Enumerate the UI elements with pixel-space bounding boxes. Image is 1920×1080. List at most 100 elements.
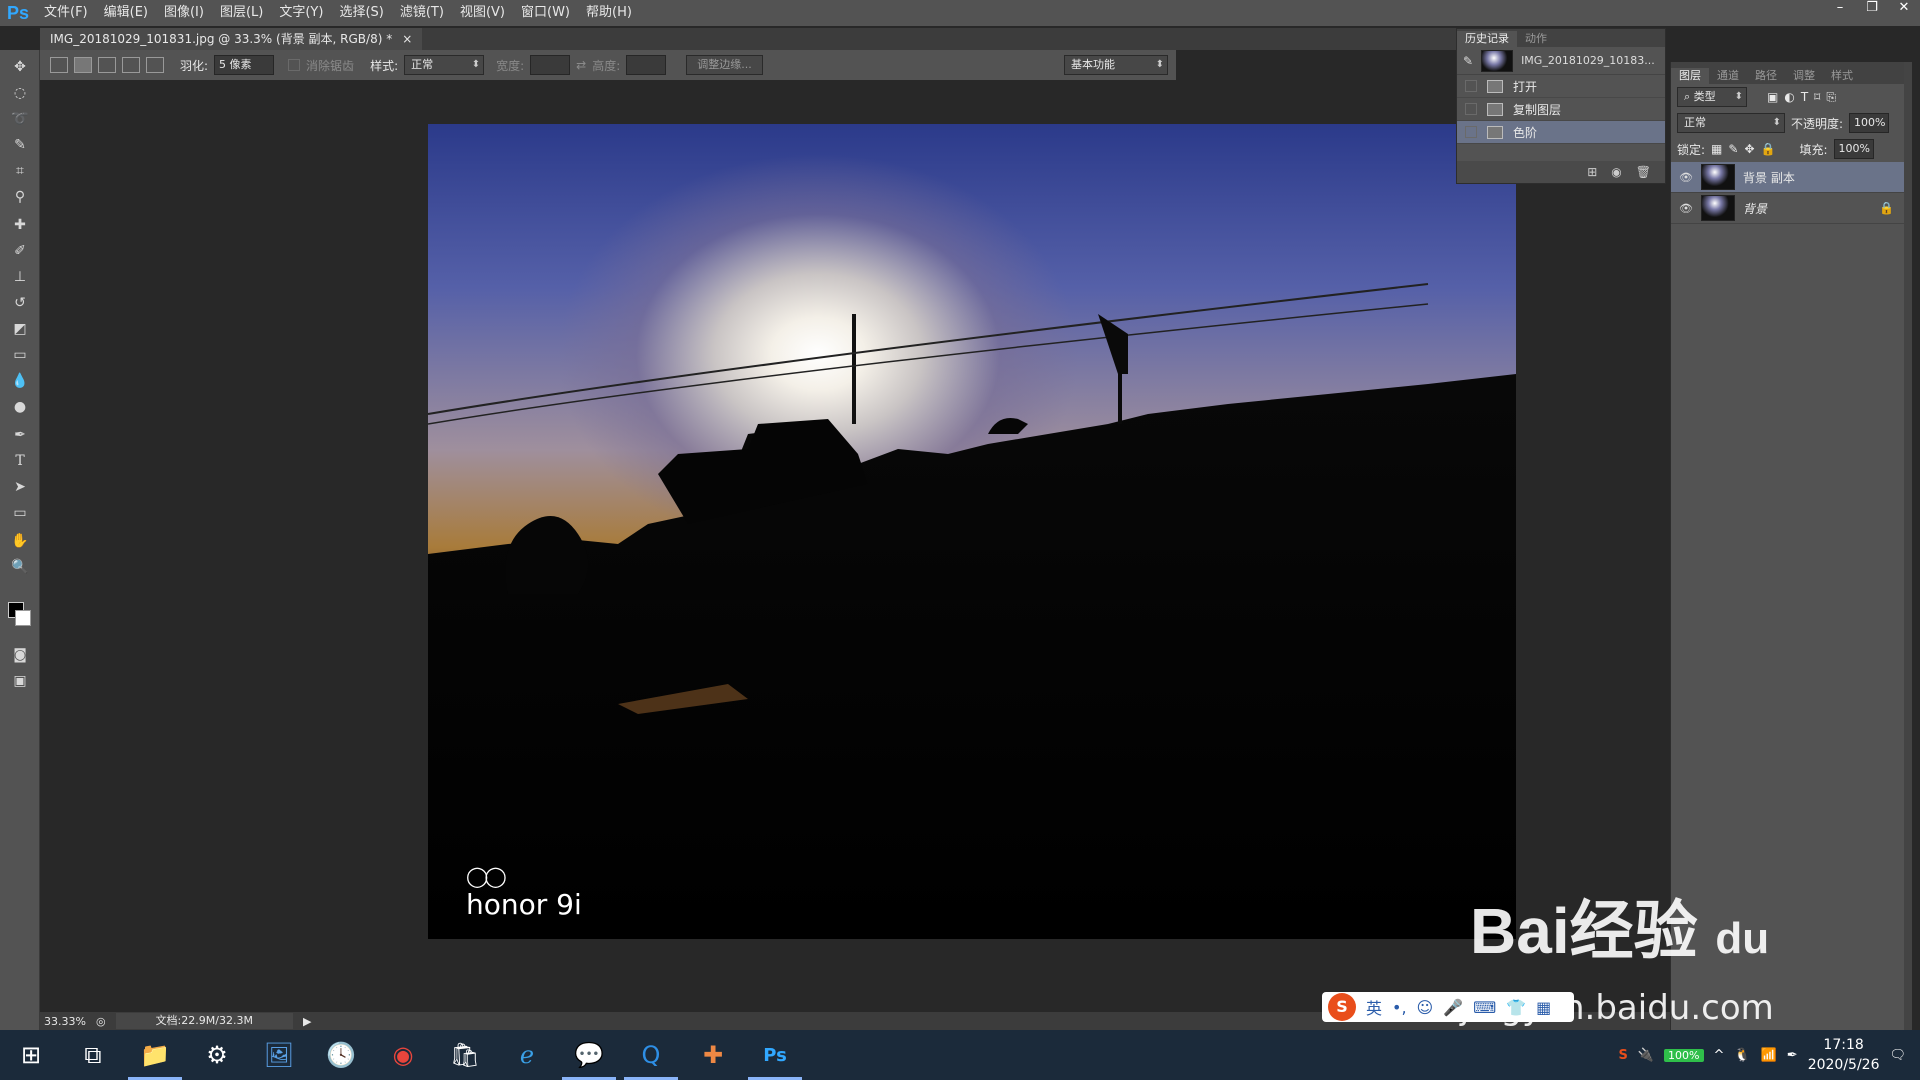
move-tool-icon[interactable]: ✥ — [8, 56, 32, 78]
lock-all-icon[interactable]: 🔒 — [1761, 142, 1776, 156]
dodge-tool-icon[interactable]: ● — [8, 396, 32, 418]
antialias-checkbox[interactable] — [288, 59, 301, 71]
filter-smart-icon[interactable]: ⎘ — [1826, 90, 1836, 105]
add-selection-icon[interactable] — [98, 57, 116, 73]
lock-pixels-icon[interactable]: ✎ — [1728, 142, 1738, 156]
task-view-icon[interactable]: ⧉ — [62, 1030, 124, 1080]
file-explorer-icon[interactable]: 📁 — [124, 1030, 186, 1080]
menu-select[interactable]: 选择(S) — [331, 0, 391, 26]
zoom-tool-icon[interactable]: 🔍 — [8, 556, 32, 578]
ime-punctuation-icon[interactable]: •, — [1392, 998, 1407, 1017]
layer-row-selected[interactable]: 👁 背景 副本 — [1671, 162, 1912, 193]
visibility-eye-icon[interactable]: 👁 — [1679, 171, 1693, 184]
delete-state-icon[interactable]: 🗑 — [1636, 165, 1651, 179]
tab-adjustments[interactable]: 调整 — [1785, 68, 1823, 84]
ime-voice-icon[interactable]: 🎤 — [1443, 998, 1463, 1017]
blend-mode-select[interactable]: 正常 — [1677, 113, 1785, 133]
history-item-selected[interactable]: 色阶 — [1457, 121, 1665, 144]
tab-actions[interactable]: 动作 — [1517, 31, 1555, 47]
filter-pixel-icon[interactable]: ▣ — [1767, 90, 1778, 104]
filter-type-icon[interactable]: T — [1801, 90, 1808, 104]
power-plug-icon[interactable]: 🔌 — [1638, 1048, 1654, 1063]
crop-tool-icon[interactable]: ⌗ — [8, 160, 32, 182]
menu-layer[interactable]: 图层(L) — [212, 0, 271, 26]
hand-tool-icon[interactable]: ✋ — [8, 530, 32, 552]
width-input[interactable] — [530, 55, 571, 75]
battery-indicator[interactable]: 100% — [1664, 1048, 1704, 1062]
new-document-from-state-icon[interactable]: ⊞ — [1587, 165, 1597, 179]
restore-button[interactable]: ❐ — [1856, 0, 1888, 18]
lock-position-icon[interactable]: ✥ — [1744, 142, 1754, 156]
qq-tray-icon[interactable]: 🐧 — [1734, 1048, 1750, 1063]
photos-app-icon[interactable]: 🖼 — [248, 1030, 310, 1080]
fill-input[interactable]: 100% — [1833, 139, 1874, 159]
type-tool-icon[interactable]: T — [8, 450, 32, 472]
marquee-tool-icon[interactable]: ◌ — [8, 82, 32, 104]
visibility-eye-icon[interactable]: 👁 — [1679, 202, 1693, 215]
tab-channels[interactable]: 通道 — [1709, 68, 1747, 84]
menu-type[interactable]: 文字(Y) — [271, 0, 331, 26]
quick-select-tool-icon[interactable]: ✎ — [8, 134, 32, 156]
path-select-tool-icon[interactable]: ➤ — [8, 476, 32, 498]
ime-keyboard-icon[interactable]: ⌨ — [1473, 998, 1496, 1017]
workspace-select[interactable]: 基本功能 — [1064, 55, 1168, 75]
gradient-tool-icon[interactable]: ▭ — [8, 344, 32, 366]
eraser-tool-icon[interactable]: ◩ — [8, 318, 32, 340]
layer-name[interactable]: 背景 副本 — [1743, 169, 1795, 186]
style-select[interactable]: 正常 — [404, 55, 485, 75]
clock-app-icon[interactable]: 🕓 — [310, 1030, 372, 1080]
ime-skin-icon[interactable]: 👕 — [1506, 998, 1526, 1017]
system-clock[interactable]: 17:18 2020/5/26 — [1808, 1035, 1880, 1075]
feather-input[interactable]: 5 像素 — [214, 55, 275, 75]
pen-workspace-icon[interactable]: ✒ — [1787, 1048, 1798, 1063]
lock-transparent-icon[interactable]: ▦ — [1711, 142, 1722, 156]
panel-scrollbar[interactable] — [1904, 62, 1912, 1030]
close-button[interactable]: ✕ — [1888, 0, 1920, 18]
tab-styles[interactable]: 样式 — [1823, 68, 1861, 84]
chrome-icon[interactable]: ◉ — [372, 1030, 434, 1080]
wifi-icon[interactable]: 📶 — [1761, 1048, 1777, 1063]
eyedropper-tool-icon[interactable]: ⚲ — [8, 186, 32, 208]
screen-mode-icon[interactable]: ▣ — [8, 670, 32, 692]
wechat-icon[interactable]: 💬 — [558, 1030, 620, 1080]
layer-name[interactable]: 背景 — [1743, 200, 1767, 217]
notification-center-icon[interactable]: 🗨 — [1889, 1048, 1906, 1063]
photoshop-taskbar-icon[interactable]: Ps — [744, 1030, 806, 1080]
menu-help[interactable]: 帮助(H) — [578, 0, 640, 26]
shape-tool-icon[interactable]: ▭ — [8, 502, 32, 524]
menu-filter[interactable]: 滤镜(T) — [392, 0, 452, 26]
history-source-checkbox[interactable] — [1465, 103, 1477, 115]
pen-tool-icon[interactable]: ✒ — [8, 424, 32, 446]
history-snapshot[interactable]: ✎ IMG_20181029_10183... — [1457, 47, 1665, 75]
subtract-selection-icon[interactable] — [122, 57, 140, 73]
layer-row[interactable]: 👁 背景 🔒 — [1671, 193, 1912, 224]
sogou-tray-icon[interactable]: S — [1618, 1048, 1627, 1063]
marquee-tool-preset-icon[interactable] — [50, 57, 68, 73]
healing-brush-tool-icon[interactable]: ✚ — [8, 214, 32, 236]
lasso-tool-icon[interactable]: ➰ — [8, 108, 32, 130]
tab-paths[interactable]: 路径 — [1747, 68, 1785, 84]
windows-start-icon[interactable]: ⊞ — [0, 1030, 62, 1080]
opacity-input[interactable]: 100% — [1849, 113, 1890, 133]
ime-emoji-icon[interactable]: ☺ — [1417, 998, 1434, 1017]
menu-image[interactable]: 图像(I) — [156, 0, 212, 26]
menu-view[interactable]: 视图(V) — [452, 0, 513, 26]
history-source-checkbox[interactable] — [1465, 80, 1477, 92]
new-selection-icon[interactable] — [74, 57, 92, 73]
refine-edge-button[interactable]: 调整边缘... — [686, 55, 763, 75]
height-input[interactable] — [626, 55, 667, 75]
photo-canvas[interactable]: ◯◯ honor 9i — [428, 124, 1516, 939]
tab-layers[interactable]: 图层 — [1671, 68, 1709, 84]
ie-browser-icon[interactable]: ℯ — [496, 1030, 558, 1080]
store-icon[interactable]: 🛍 — [434, 1030, 496, 1080]
document-tab-close-icon[interactable]: × — [402, 28, 412, 50]
quick-mask-icon[interactable]: ◙ — [8, 644, 32, 666]
swap-icon[interactable]: ⇄ — [576, 58, 586, 72]
document-tab[interactable]: IMG_20181029_101831.jpg @ 33.3% (背景 副本, … — [40, 28, 423, 50]
ime-menu-icon[interactable]: ▦ — [1536, 998, 1551, 1017]
colorful-app-icon[interactable]: ✚ — [682, 1030, 744, 1080]
menu-window[interactable]: 窗口(W) — [513, 0, 578, 26]
history-brush-source-icon[interactable]: ✎ — [1463, 54, 1473, 68]
history-item[interactable]: 复制图层 — [1457, 98, 1665, 121]
filter-adjust-icon[interactable]: ◐ — [1784, 90, 1794, 104]
